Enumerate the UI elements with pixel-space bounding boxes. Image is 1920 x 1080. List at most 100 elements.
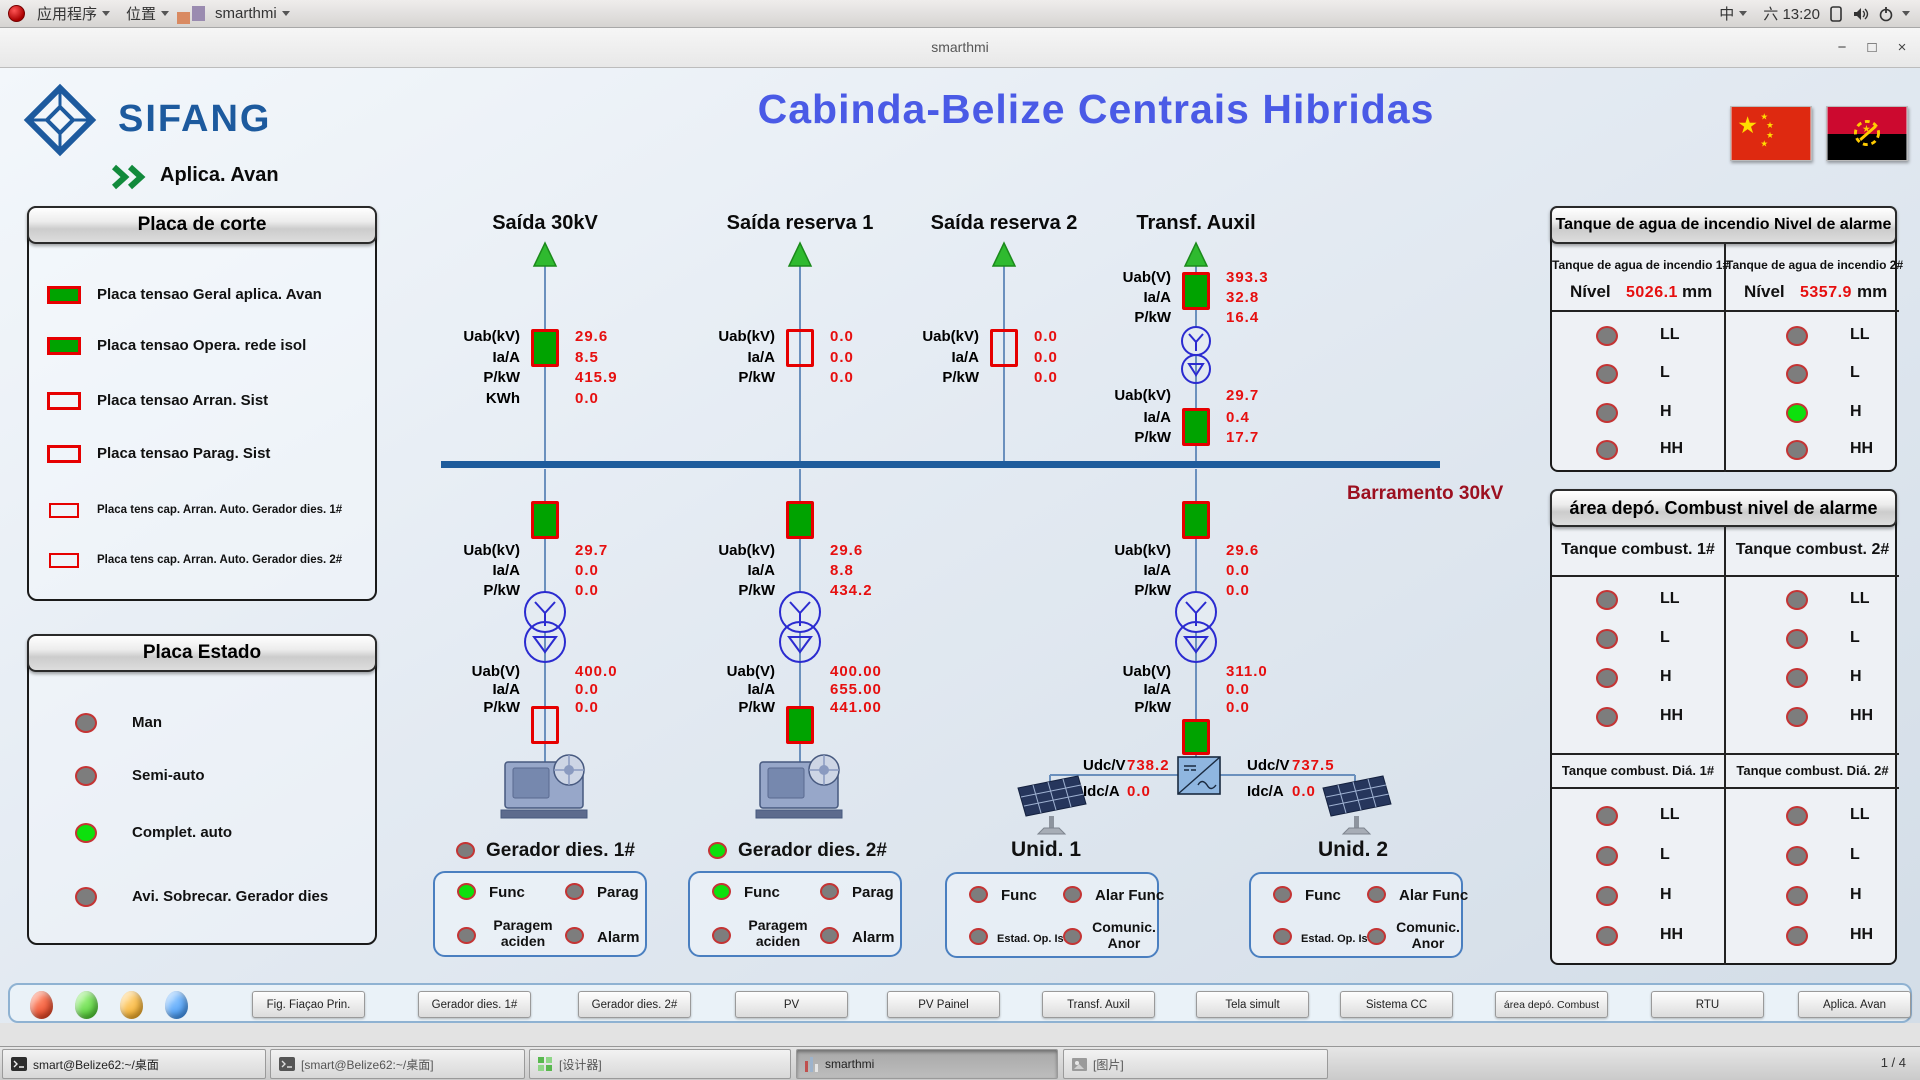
meas-value: 400.00 xyxy=(830,662,882,682)
status-led xyxy=(1367,928,1386,945)
status-label: Paragem aciden xyxy=(740,917,816,949)
alarm-led xyxy=(1786,440,1808,460)
placa-estado-header: Placa Estado xyxy=(27,634,377,672)
indicator-balloon-orange xyxy=(120,991,143,1019)
toolbar-button-fig-fiacao-prin[interactable]: Fig. Fiaçao Prin. xyxy=(252,991,365,1018)
breaker-gen1-top[interactable] xyxy=(531,501,559,539)
chevron-down-icon xyxy=(161,11,169,16)
status-led xyxy=(712,883,731,900)
meas-label: P/kW xyxy=(483,698,520,718)
breaker-reserva1[interactable] xyxy=(786,329,814,367)
alarm-label: HH xyxy=(1660,707,1683,725)
top-menubar: 应用程序 位置 smarthmi 中 六 13:20 xyxy=(0,0,1920,28)
feeder-name: Saída reserva 1 xyxy=(727,212,874,235)
alarm-led xyxy=(1596,926,1618,946)
pv-array-1-icon xyxy=(1018,776,1086,834)
breaker-auxiliar-top[interactable] xyxy=(1182,272,1210,310)
volume-icon[interactable] xyxy=(1852,6,1870,22)
breaker-gen2-top[interactable] xyxy=(786,501,814,539)
toolbar-button-area-depo-combust[interactable]: área depó. Combust xyxy=(1495,991,1608,1018)
alarm-label: L xyxy=(1850,846,1860,864)
close-button[interactable]: × xyxy=(1890,37,1914,59)
places-menu[interactable]: 位置 xyxy=(118,0,177,28)
breaker-gen2-bottom[interactable] xyxy=(786,706,814,744)
breaker-pv-top[interactable] xyxy=(1182,501,1210,539)
toolbar-button-aplica-avan[interactable]: Aplica. Avan xyxy=(1798,991,1911,1018)
smarthmi-menu[interactable]: smarthmi xyxy=(207,0,298,28)
taskbar-item-terminal[interactable]: smart@Belize62:~/桌面 xyxy=(2,1049,266,1079)
alarm-led xyxy=(1596,629,1618,649)
meas-label: Uab(V) xyxy=(1123,662,1171,682)
breaker-saida30[interactable] xyxy=(531,329,559,367)
taskbar-item-images[interactable]: [图片] xyxy=(1063,1049,1328,1079)
taskbar-item-smarthmi[interactable]: smarthmi xyxy=(796,1049,1058,1079)
toolbar-button-tela-simult[interactable]: Tela simult xyxy=(1196,991,1309,1018)
input-method-label: 中 xyxy=(1719,3,1734,24)
level-unit: mm xyxy=(1682,282,1712,302)
toolbar-button-gerador-dies-1[interactable]: Gerador dies. 1# xyxy=(418,991,531,1018)
meas-value: 393.3 xyxy=(1226,268,1269,288)
alarm-label: LL xyxy=(1660,806,1680,824)
taskbar-item-terminal-min[interactable]: [smart@Belize62:~/桌面] xyxy=(270,1049,525,1079)
applications-icon[interactable] xyxy=(8,5,25,22)
status-led xyxy=(1273,928,1292,945)
alarm-label: HH xyxy=(1850,926,1873,944)
minimize-button[interactable]: − xyxy=(1830,37,1854,59)
breaker-auxiliar-bottom[interactable] xyxy=(1182,408,1210,446)
taskbar-item-designer[interactable]: [设计器] xyxy=(529,1049,791,1079)
placa-indicator xyxy=(47,392,81,410)
toolbar-button-gerador-dies-2[interactable]: Gerador dies. 2# xyxy=(578,991,691,1018)
breaker-gen1-bottom[interactable] xyxy=(531,706,559,744)
meas-value: 441.00 xyxy=(830,698,882,718)
toolbar-button-transf-auxil[interactable]: Transf. Auxil xyxy=(1042,991,1155,1018)
status-led xyxy=(565,883,584,900)
feeder-name: Saída reserva 2 xyxy=(931,212,1078,235)
meas-label: Idc/A xyxy=(1247,782,1284,802)
diesel-generator-1-icon xyxy=(501,755,587,818)
meas-value: 29.7 xyxy=(575,541,608,561)
gen1-run-led xyxy=(456,842,475,859)
status-led xyxy=(1063,928,1082,945)
alarm-label: HH xyxy=(1850,440,1873,458)
alarm-led xyxy=(1786,403,1808,423)
toolbar-button-pv[interactable]: PV xyxy=(735,991,848,1018)
taskbar-item-label: [图片] xyxy=(1093,1056,1124,1073)
meas-value: 8.8 xyxy=(830,561,854,581)
clock[interactable]: 六 13:20 xyxy=(1763,3,1820,24)
status-label: Alar Func xyxy=(1399,887,1468,904)
chevron-down-icon xyxy=(102,11,110,16)
alarm-label: LL xyxy=(1850,590,1870,608)
meas-value: 0.0 xyxy=(1226,561,1250,581)
breaker-pv-bottom[interactable] xyxy=(1182,719,1210,755)
input-method-menu[interactable]: 中 xyxy=(1711,0,1755,28)
maximize-button[interactable]: □ xyxy=(1860,37,1884,59)
estado-label: Man xyxy=(132,714,162,731)
status-led xyxy=(712,927,731,944)
meas-label: P/kW xyxy=(738,368,775,388)
breaker-reserva2[interactable] xyxy=(990,329,1018,367)
placa-indicator xyxy=(47,337,81,355)
alarm-led xyxy=(1786,629,1808,649)
taskbar: smart@Belize62:~/桌面 [smart@Belize62:~/桌面… xyxy=(0,1046,1920,1080)
gen1-name: Gerador dies. 1# xyxy=(486,840,635,862)
workspace-pager[interactable]: 1 / 4 xyxy=(1881,1055,1906,1070)
inverter-icon xyxy=(1178,757,1220,794)
applications-menu[interactable]: 应用程序 xyxy=(29,0,118,28)
status-label: Func xyxy=(1001,887,1037,904)
power-icon[interactable] xyxy=(1878,6,1894,22)
toolbar-button-pv-painel[interactable]: PV Painel xyxy=(887,991,1000,1018)
status-led xyxy=(1273,886,1292,903)
level-label: Nível xyxy=(1744,282,1785,302)
chevron-down-icon xyxy=(1902,11,1910,16)
alarm-label: H xyxy=(1850,403,1862,421)
status-label: Func xyxy=(1305,887,1341,904)
toolbar-button-rtu[interactable]: RTU xyxy=(1651,991,1764,1018)
meas-label: Idc/A xyxy=(1083,782,1120,802)
meas-value: 29.6 xyxy=(575,327,608,347)
divider xyxy=(1724,527,1726,965)
estado-led xyxy=(75,887,97,907)
desktop: 应用程序 位置 smarthmi 中 六 13:20 smarthmi − □ … xyxy=(0,0,1920,1080)
display-icon[interactable] xyxy=(1828,6,1844,22)
alarm-label: HH xyxy=(1660,440,1683,458)
toolbar-button-sistema-cc[interactable]: Sistema CC xyxy=(1340,991,1453,1018)
